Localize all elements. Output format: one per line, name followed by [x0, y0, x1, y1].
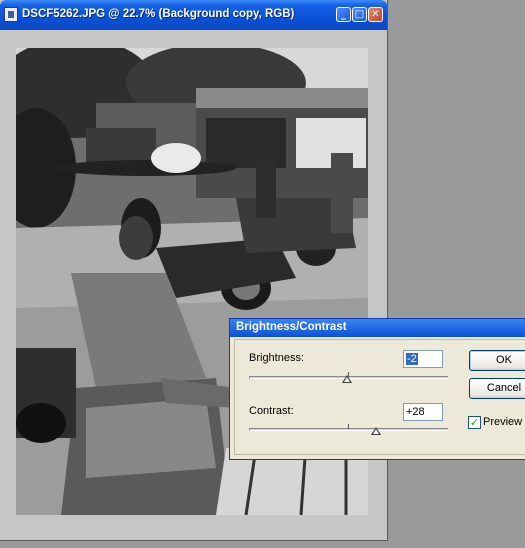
dialog-title: Brightness/Contrast — [236, 321, 347, 333]
brightness-label: Brightness: — [249, 352, 305, 364]
photoshop-document-icon[interactable] — [4, 7, 18, 22]
brightness-value: -2 — [406, 353, 418, 365]
contrast-slider-thumb[interactable] — [371, 427, 382, 435]
contrast-slider-center-tick — [348, 424, 349, 429]
document-title: DSCF5262.JPG @ 22.7% (Background copy, R… — [22, 8, 295, 20]
document-titlebar[interactable]: DSCF5262.JPG @ 22.7% (Background copy, R… — [0, 0, 387, 30]
close-icon[interactable]: ✕ — [368, 7, 383, 22]
contrast-label: Contrast: — [249, 405, 294, 417]
checkmark-icon: ✓ — [469, 416, 480, 429]
preview-label: Preview — [483, 416, 523, 428]
brightness-field[interactable]: -2 — [403, 350, 443, 368]
contrast-field[interactable]: +28 — [403, 403, 443, 421]
ok-button[interactable]: OK — [469, 350, 525, 371]
cancel-button[interactable]: Cancel — [469, 378, 525, 399]
maximize-icon[interactable]: □ — [352, 7, 367, 22]
minimize-icon[interactable]: _ — [336, 7, 351, 22]
brightness-contrast-dialog: Brightness/Contrast Brightness: -2 Contr… — [229, 318, 525, 460]
brightness-slider-thumb[interactable] — [341, 375, 352, 383]
dialog-titlebar[interactable]: Brightness/Contrast — [230, 319, 525, 337]
preview-checkbox[interactable]: ✓ — [468, 416, 481, 429]
